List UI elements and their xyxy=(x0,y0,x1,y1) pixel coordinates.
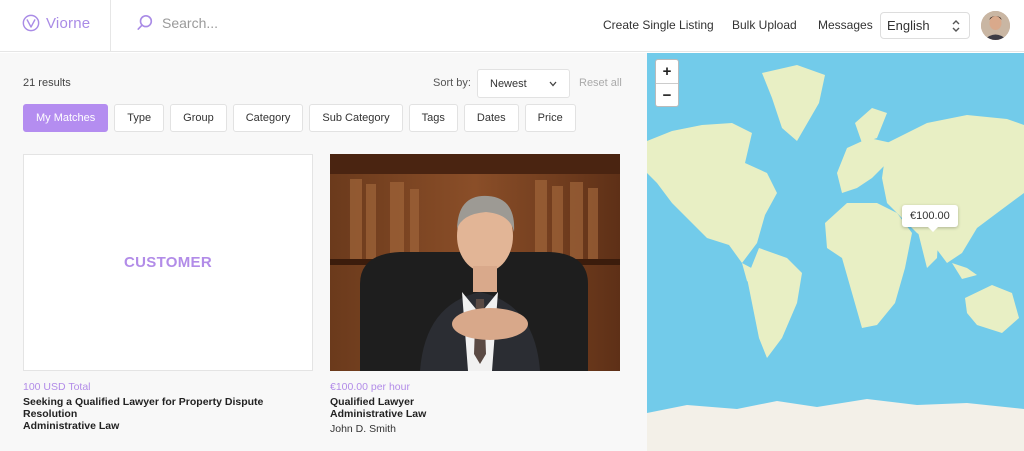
top-header: Viorne Create Single Listing Bulk Upload… xyxy=(0,0,1024,52)
user-avatar-icon xyxy=(981,11,1010,40)
world-map-graphic xyxy=(647,65,1024,451)
zoom-out-button[interactable]: − xyxy=(656,83,678,106)
avatar[interactable] xyxy=(981,11,1010,40)
lawyer-photo-image xyxy=(330,154,620,371)
listing-price: €100.00 per hour xyxy=(330,381,410,393)
search-bar xyxy=(136,14,362,32)
listing-card[interactable]: CUSTOMER 100 USD Total Seeking a Qualifi… xyxy=(23,154,313,432)
chevron-down-icon xyxy=(549,81,557,87)
logo-icon xyxy=(22,14,40,32)
listing-image-placeholder[interactable]: CUSTOMER xyxy=(23,154,313,371)
world-map[interactable]: + − €100.00 xyxy=(647,53,1024,451)
filter-dates[interactable]: Dates xyxy=(463,104,519,132)
brand-name: Viorne xyxy=(46,14,91,32)
listing-card[interactable]: €100.00 per hour Qualified Lawyer Admini… xyxy=(330,154,620,435)
search-input[interactable] xyxy=(162,15,362,31)
search-icon[interactable] xyxy=(136,14,154,32)
listing-price: 100 USD Total xyxy=(23,381,91,393)
zoom-control: + − xyxy=(655,59,679,107)
listing-title[interactable]: Qualified Lawyer xyxy=(330,396,620,408)
filter-sub-category[interactable]: Sub Category xyxy=(309,104,403,132)
header-divider xyxy=(110,0,111,52)
listing-title[interactable]: Seeking a Qualified Lawyer for Property … xyxy=(23,396,313,420)
listing-photo[interactable] xyxy=(330,154,620,371)
filter-my-matches[interactable]: My Matches xyxy=(23,104,109,132)
create-listing-link[interactable]: Create Single Listing xyxy=(603,18,714,32)
language-select[interactable]: English xyxy=(880,12,970,39)
filter-group[interactable]: Group xyxy=(170,104,227,132)
listing-author: John D. Smith xyxy=(330,423,396,435)
listings-panel: 21 results Sort by: Newest Reset all My … xyxy=(0,53,647,451)
filter-category[interactable]: Category xyxy=(232,104,304,132)
sort-label: Sort by: xyxy=(433,77,471,89)
filter-type[interactable]: Type xyxy=(114,104,165,132)
filter-bar: My Matches Type Group Category Sub Categ… xyxy=(23,104,576,132)
brand-logo[interactable]: Viorne xyxy=(22,14,90,32)
messages-link[interactable]: Messages xyxy=(818,18,873,32)
chevron-updown-icon xyxy=(952,20,960,32)
sort-select[interactable]: Newest xyxy=(477,69,570,98)
map-price-marker[interactable]: €100.00 xyxy=(902,205,958,232)
listing-category: Administrative Law xyxy=(23,420,120,432)
reset-all-button[interactable]: Reset all xyxy=(579,77,622,89)
bulk-upload-link[interactable]: Bulk Upload xyxy=(732,18,797,32)
filter-tags[interactable]: Tags xyxy=(408,104,458,132)
listing-category: Administrative Law xyxy=(330,408,427,420)
results-count: 21 results xyxy=(23,77,71,89)
language-value: English xyxy=(887,18,930,33)
filter-price[interactable]: Price xyxy=(524,104,576,132)
zoom-in-button[interactable]: + xyxy=(656,60,678,83)
sort-value: Newest xyxy=(490,78,527,90)
customer-label: CUSTOMER xyxy=(124,254,212,271)
